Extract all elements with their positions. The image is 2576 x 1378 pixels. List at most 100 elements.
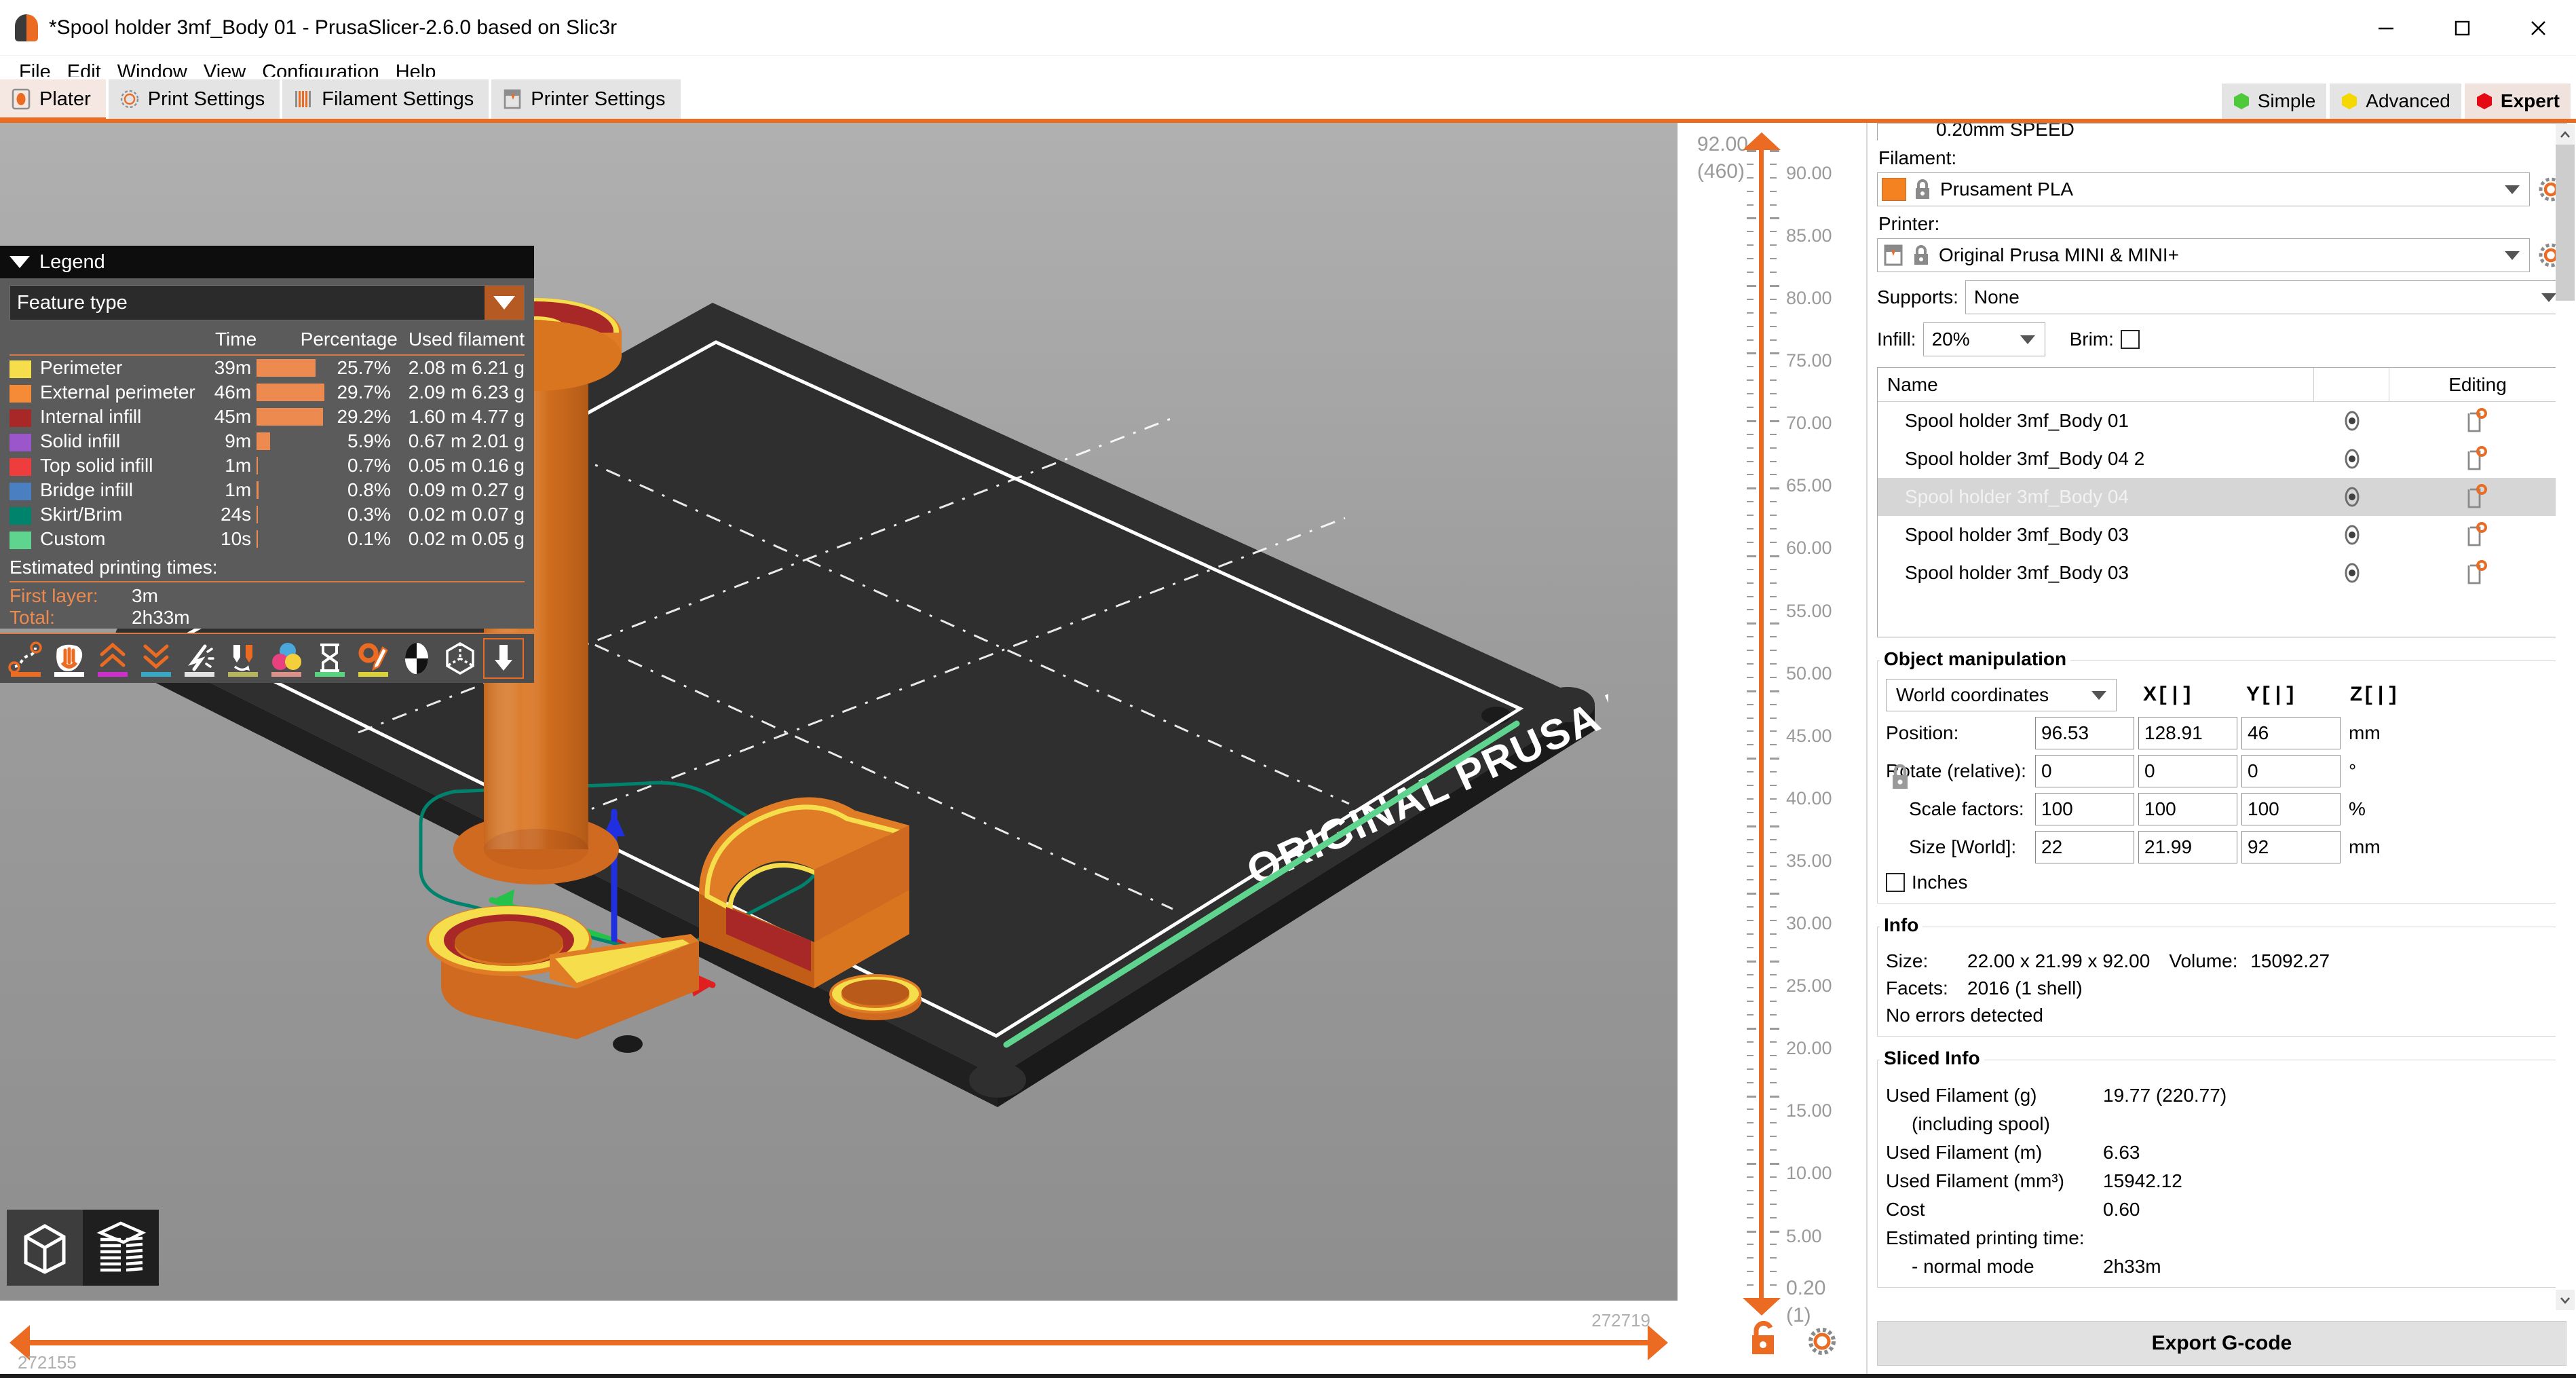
shells-icon[interactable] <box>441 639 479 677</box>
manipulation-field-z[interactable]: 100 <box>2241 793 2341 825</box>
legend-header[interactable]: Legend <box>0 246 534 278</box>
printer-select[interactable]: Original Prusa MINI & MINI+ <box>1877 238 2530 272</box>
supports-select[interactable]: None <box>1965 280 2566 314</box>
chevron-down-icon[interactable] <box>2541 293 2556 302</box>
pause-prints-icon[interactable] <box>311 639 349 677</box>
scroll-down-icon[interactable] <box>2556 1290 2575 1310</box>
infill-select[interactable]: 20% <box>1922 322 2045 356</box>
supports-label: Supports: <box>1877 286 1958 308</box>
eye-icon[interactable] <box>2315 409 2389 432</box>
edit-layers-icon[interactable] <box>2389 446 2566 472</box>
manipulation-field-x[interactable]: 22 <box>2035 831 2134 863</box>
edit-layers-icon[interactable] <box>2389 408 2566 434</box>
horizontal-move-slider[interactable]: 272719 272155 <box>0 1301 1678 1378</box>
unlocked-icon[interactable] <box>1747 1318 1782 1362</box>
mode-expert[interactable]: Expert <box>2464 83 2571 119</box>
close-button[interactable] <box>2500 0 2576 56</box>
object-list-row[interactable]: Spool holder 3mf_Body 03 <box>1878 554 2566 592</box>
uniform-scale-lock-icon[interactable] <box>1889 760 1912 793</box>
manipulation-field-z[interactable]: 0 <box>2241 755 2341 787</box>
mode-advanced[interactable]: Advanced <box>2330 83 2461 119</box>
layer-tick <box>1770 663 1777 665</box>
legend-percent-bar <box>257 405 331 429</box>
manipulation-field-y[interactable]: 21.99 <box>2138 831 2237 863</box>
legend-row[interactable]: Internal infill 45m 29.2% 1.60 m 4.77 g <box>10 405 525 429</box>
legend-row[interactable]: Perimeter 39m 25.7% 2.08 m 6.21 g <box>10 356 525 380</box>
manipulation-field-y[interactable]: 128.91 <box>2138 717 2237 749</box>
deretractions-icon[interactable] <box>137 639 175 677</box>
edit-layers-icon[interactable] <box>2389 484 2566 510</box>
chevron-down-icon[interactable] <box>2505 185 2520 194</box>
tab-printer-settings[interactable]: Printer Settings <box>491 79 681 119</box>
filament-select[interactable]: Prusament PLA <box>1877 172 2530 206</box>
horizontal-slider-track[interactable] <box>27 1340 1649 1345</box>
chevron-down-icon[interactable] <box>2020 335 2035 344</box>
manipulation-field-y[interactable]: 100 <box>2138 793 2237 825</box>
manipulation-field-y[interactable]: 0 <box>2138 755 2237 787</box>
manipulation-field-z[interactable]: 46 <box>2241 717 2341 749</box>
view-type-dropdown-arrow-icon[interactable] <box>485 286 524 320</box>
layer-tick <box>1747 717 1754 719</box>
wipe-icon[interactable] <box>50 639 88 677</box>
object-list[interactable]: Name Editing Spool holder 3mf_Body 01 Spo… <box>1877 367 2566 637</box>
legend-feature-name: Top solid infill <box>39 455 153 476</box>
gear-icon[interactable] <box>1804 1323 1840 1363</box>
tool-changes-icon[interactable] <box>224 639 262 677</box>
legend-row[interactable]: External perimeter 46m 29.7% 2.09 m 6.23 g <box>10 380 525 405</box>
chevron-down-icon[interactable] <box>2505 250 2520 260</box>
color-changes-icon[interactable] <box>267 639 305 677</box>
3d-viewport[interactable]: ORIGINAL PRUSA MINI <box>0 123 1678 1301</box>
legend-collapse-caret-icon[interactable] <box>10 256 30 268</box>
object-list-row[interactable]: Spool holder 3mf_Body 04 2 <box>1878 440 2566 478</box>
seams-icon[interactable] <box>181 639 219 677</box>
legend-row[interactable]: Top solid infill 1m 0.7% 0.05 m 0.16 g <box>10 453 525 478</box>
view-type-select[interactable]: Feature type <box>10 285 525 320</box>
edit-layers-icon[interactable] <box>2389 560 2566 586</box>
eye-icon[interactable] <box>2315 523 2389 546</box>
travel-paths-icon[interactable] <box>7 639 45 677</box>
tab-print-settings[interactable]: Print Settings <box>108 79 280 119</box>
preview-view-icon[interactable] <box>83 1210 159 1286</box>
layer-slider-lower-handle[interactable] <box>1743 1298 1781 1316</box>
mode-simple[interactable]: Simple <box>2221 83 2327 119</box>
sidebar-scrollbar[interactable] <box>2556 124 2575 1310</box>
layer-tick <box>1747 393 1754 395</box>
coordinate-space-select[interactable]: World coordinates <box>1886 679 2117 711</box>
infill-label: Infill: <box>1877 329 1916 350</box>
legend-row[interactable]: Skirt/Brim 24s 0.3% 0.02 m 0.07 g <box>10 502 525 527</box>
chevron-down-icon[interactable] <box>2091 690 2106 700</box>
maximize-button[interactable] <box>2424 0 2500 56</box>
custom-gcodes-icon[interactable] <box>354 639 392 677</box>
legend-row[interactable]: Solid infill 9m 5.9% 0.67 m 2.01 g <box>10 429 525 453</box>
manipulation-field-x[interactable]: 0 <box>2035 755 2134 787</box>
retractions-icon[interactable] <box>94 639 132 677</box>
tab-filament-settings[interactable]: Filament Settings <box>282 79 489 119</box>
eye-icon[interactable] <box>2315 447 2389 470</box>
scroll-up-icon[interactable] <box>2556 124 2575 145</box>
object-list-row[interactable]: Spool holder 3mf_Body 04 <box>1878 478 2566 516</box>
editor-view-icon[interactable] <box>7 1210 83 1286</box>
manipulation-field-x[interactable]: 96.53 <box>2035 717 2134 749</box>
print-preset-select[interactable]: 0.20mm SPEED <box>1877 123 2566 141</box>
minimize-button[interactable] <box>2348 0 2424 56</box>
inches-checkbox[interactable] <box>1886 873 1905 892</box>
right-sidebar: 0.20mm SPEED Filament: Prusament PLA Pri… <box>1868 123 2576 1378</box>
brim-checkbox[interactable] <box>2120 330 2140 349</box>
object-list-row[interactable]: Spool holder 3mf_Body 01 <box>1878 402 2566 440</box>
edit-layers-icon[interactable] <box>2389 522 2566 548</box>
horizontal-slider-right-handle[interactable] <box>1648 1325 1668 1360</box>
manipulation-field-x[interactable]: 100 <box>2035 793 2134 825</box>
layer-slider-upper-handle[interactable] <box>1743 132 1781 150</box>
export-gcode-button[interactable]: Export G-code <box>1877 1321 2566 1366</box>
scrollbar-thumb[interactable] <box>2556 145 2575 301</box>
manipulation-field-z[interactable]: 92 <box>2241 831 2341 863</box>
vertical-layer-slider[interactable]: 92.00 (460) 0.20 (1) 90.00 85.00 80.00 75.0… <box>1678 123 1868 1378</box>
object-list-row[interactable]: Spool holder 3mf_Body 03 <box>1878 516 2566 554</box>
tool-marker-icon[interactable] <box>483 638 524 679</box>
legend-row[interactable]: Custom 10s 0.1% 0.02 m 0.05 g <box>10 527 525 551</box>
eye-icon[interactable] <box>2315 561 2389 584</box>
legend-row[interactable]: Bridge infill 1m 0.8% 0.09 m 0.27 g <box>10 478 525 502</box>
center-of-mass-icon[interactable] <box>398 639 436 677</box>
eye-icon[interactable] <box>2315 485 2389 508</box>
tab-plater[interactable]: Plater <box>0 79 106 122</box>
